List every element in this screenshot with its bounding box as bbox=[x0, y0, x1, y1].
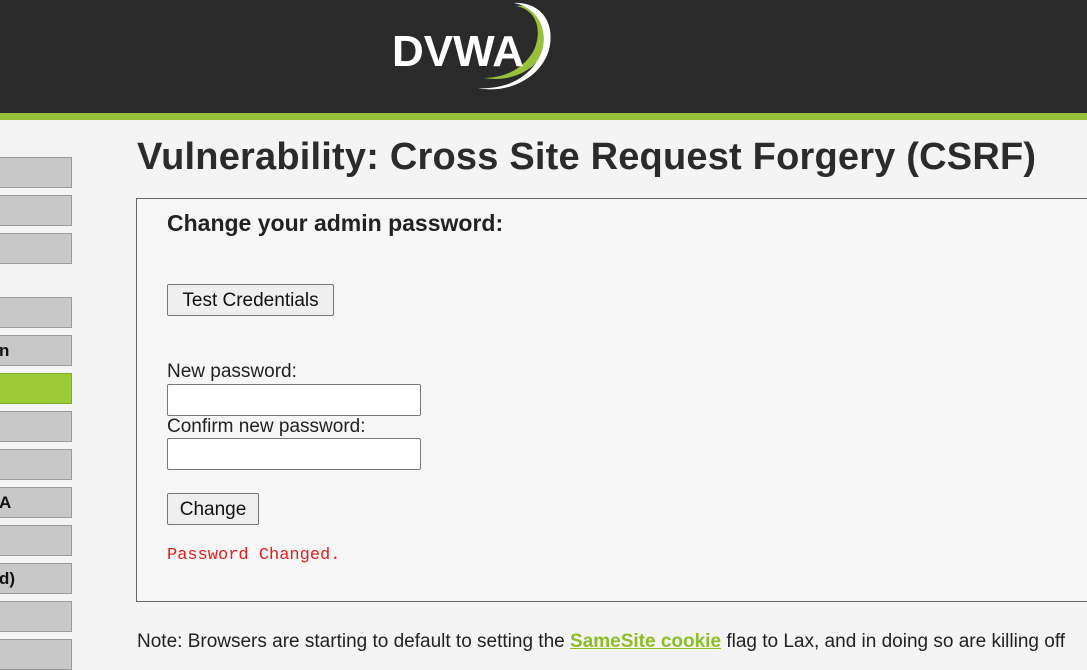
sidebar-item-7[interactable] bbox=[0, 411, 72, 442]
note-suffix: flag to Lax, and in doing so are killing… bbox=[721, 631, 1066, 652]
new-password-label: New password: bbox=[167, 361, 297, 382]
note-prefix: Note: Browsers are starting to default t… bbox=[137, 631, 571, 652]
page-header: DVWA bbox=[0, 0, 1087, 113]
new-password-input[interactable] bbox=[167, 384, 421, 416]
sidebar-item-3[interactable] bbox=[0, 233, 72, 264]
sidebar-item-13[interactable] bbox=[0, 639, 72, 670]
result-message: Password Changed. bbox=[167, 546, 341, 565]
samesite-cookie-link[interactable]: SameSite cookie bbox=[570, 631, 721, 652]
samesite-note: Note: Browsers are starting to default t… bbox=[137, 631, 1065, 653]
form-heading: Change your admin password: bbox=[167, 210, 504, 236]
sidebar-item-label: n bbox=[0, 341, 10, 360]
page-title: Vulnerability: Cross Site Request Forger… bbox=[137, 136, 1037, 178]
sidebar-item-label: d) bbox=[0, 569, 16, 588]
test-credentials-button[interactable]: Test Credentials bbox=[167, 284, 334, 316]
sidebar-item-1[interactable] bbox=[0, 157, 72, 188]
sidebar-item-11[interactable]: d) bbox=[0, 563, 72, 594]
sidebar-item-4[interactable] bbox=[0, 297, 72, 328]
confirm-password-label: Confirm new password: bbox=[167, 416, 366, 437]
sidebar-item-2[interactable] bbox=[0, 195, 72, 226]
sidebar-item-csrf-active[interactable] bbox=[0, 373, 72, 404]
sidebar-item-10[interactable] bbox=[0, 525, 72, 556]
change-button[interactable]: Change bbox=[167, 493, 259, 525]
sidebar-menu: n A d) bbox=[0, 120, 80, 670]
confirm-password-input[interactable] bbox=[167, 438, 421, 470]
sidebar-item-12[interactable] bbox=[0, 601, 72, 632]
header-accent-bar bbox=[0, 113, 1087, 120]
logo-text: DVWA bbox=[392, 27, 524, 76]
sidebar-item-5[interactable]: n bbox=[0, 335, 72, 366]
sidebar-item-8[interactable] bbox=[0, 449, 72, 480]
dvwa-logo: DVWA bbox=[392, 2, 551, 90]
sidebar-item-label: A bbox=[0, 493, 12, 512]
sidebar-item-9[interactable]: A bbox=[0, 487, 72, 518]
